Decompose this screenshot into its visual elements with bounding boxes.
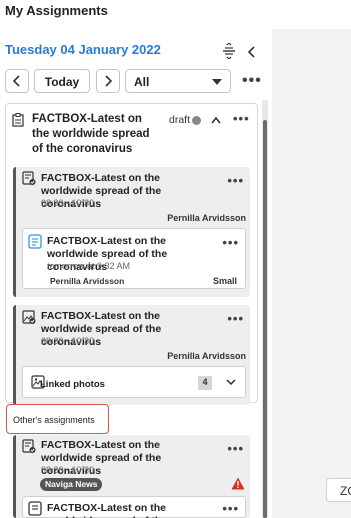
detail-panel (272, 29, 351, 518)
chevron-down-icon[interactable] (226, 378, 236, 386)
assignment-more-icon[interactable]: ••• (227, 441, 244, 456)
chevron-right-icon (105, 75, 113, 87)
deliverable-card[interactable]: FACTBOX-Latest on the worldwide spread o… (22, 228, 246, 289)
caret-down-icon (212, 79, 222, 85)
planning-status: draft (169, 114, 191, 126)
assignment-more-icon[interactable]: ••• (227, 311, 244, 326)
assignment-doc-icon (22, 171, 36, 185)
planning-title: FACTBOX-Latest on the worldwide spread o… (32, 113, 150, 155)
next-day-button[interactable] (96, 69, 120, 93)
deliverable-title: FACTBOX-Latest on the worldwide spread o… (47, 502, 167, 518)
linked-photos-count: 4 (198, 376, 212, 390)
deliverable-more-icon[interactable]: ••• (222, 235, 239, 250)
article-icon (28, 234, 42, 249)
filter-icon[interactable] (222, 43, 236, 59)
filter-select-value: All (134, 75, 150, 89)
page-title: My Assignments (5, 3, 108, 18)
article-icon (28, 501, 42, 516)
chevron-left-icon[interactable] (246, 45, 258, 59)
current-date[interactable]: Tuesday 04 January 2022 (5, 42, 161, 57)
deliverable-more-icon[interactable]: ••• (222, 501, 239, 516)
zoom-button[interactable]: ZO (326, 478, 351, 502)
today-button[interactable]: Today (34, 69, 90, 93)
source-badge: Naviga News (40, 478, 103, 491)
chevron-left-icon (12, 75, 20, 87)
assignment-filter-select[interactable]: All (125, 69, 231, 93)
warning-icon (231, 477, 245, 490)
assignment-doc-icon (22, 439, 36, 453)
planning-more-icon[interactable]: ••• (233, 111, 250, 126)
deliverable-assignee: Pernilla Arvidsson (50, 276, 125, 286)
more-options-icon[interactable]: ••• (242, 72, 262, 90)
scrollbar-thumb[interactable] (263, 120, 267, 518)
assignment-time: 08:30 - 10:30 (41, 336, 95, 346)
assignment-time: 08:30 - 10:30 (41, 465, 95, 475)
others-assignments-heading[interactable]: Other's assignments (6, 404, 109, 434)
deliverable-time: tomorrow at 9:32 AM (47, 261, 131, 271)
photo-assignment-icon (22, 310, 36, 324)
assignment-more-icon[interactable]: ••• (227, 173, 244, 188)
previous-day-button[interactable] (5, 69, 29, 93)
planning-doc-icon (12, 113, 24, 127)
assignment-assignee: Pernilla Arvidsson (167, 213, 246, 223)
deliverable-card[interactable]: FACTBOX-Latest on the worldwide spread o… (22, 496, 246, 518)
linked-photos-label: Linked photos (40, 379, 105, 390)
status-dot-icon (192, 116, 201, 125)
assignment-time: 08:30 - 10:30 (41, 198, 95, 208)
assignment-assignee: Pernilla Arvidsson (167, 351, 246, 361)
deliverable-size: Small (212, 276, 237, 286)
chevron-up-icon[interactable] (210, 115, 222, 125)
